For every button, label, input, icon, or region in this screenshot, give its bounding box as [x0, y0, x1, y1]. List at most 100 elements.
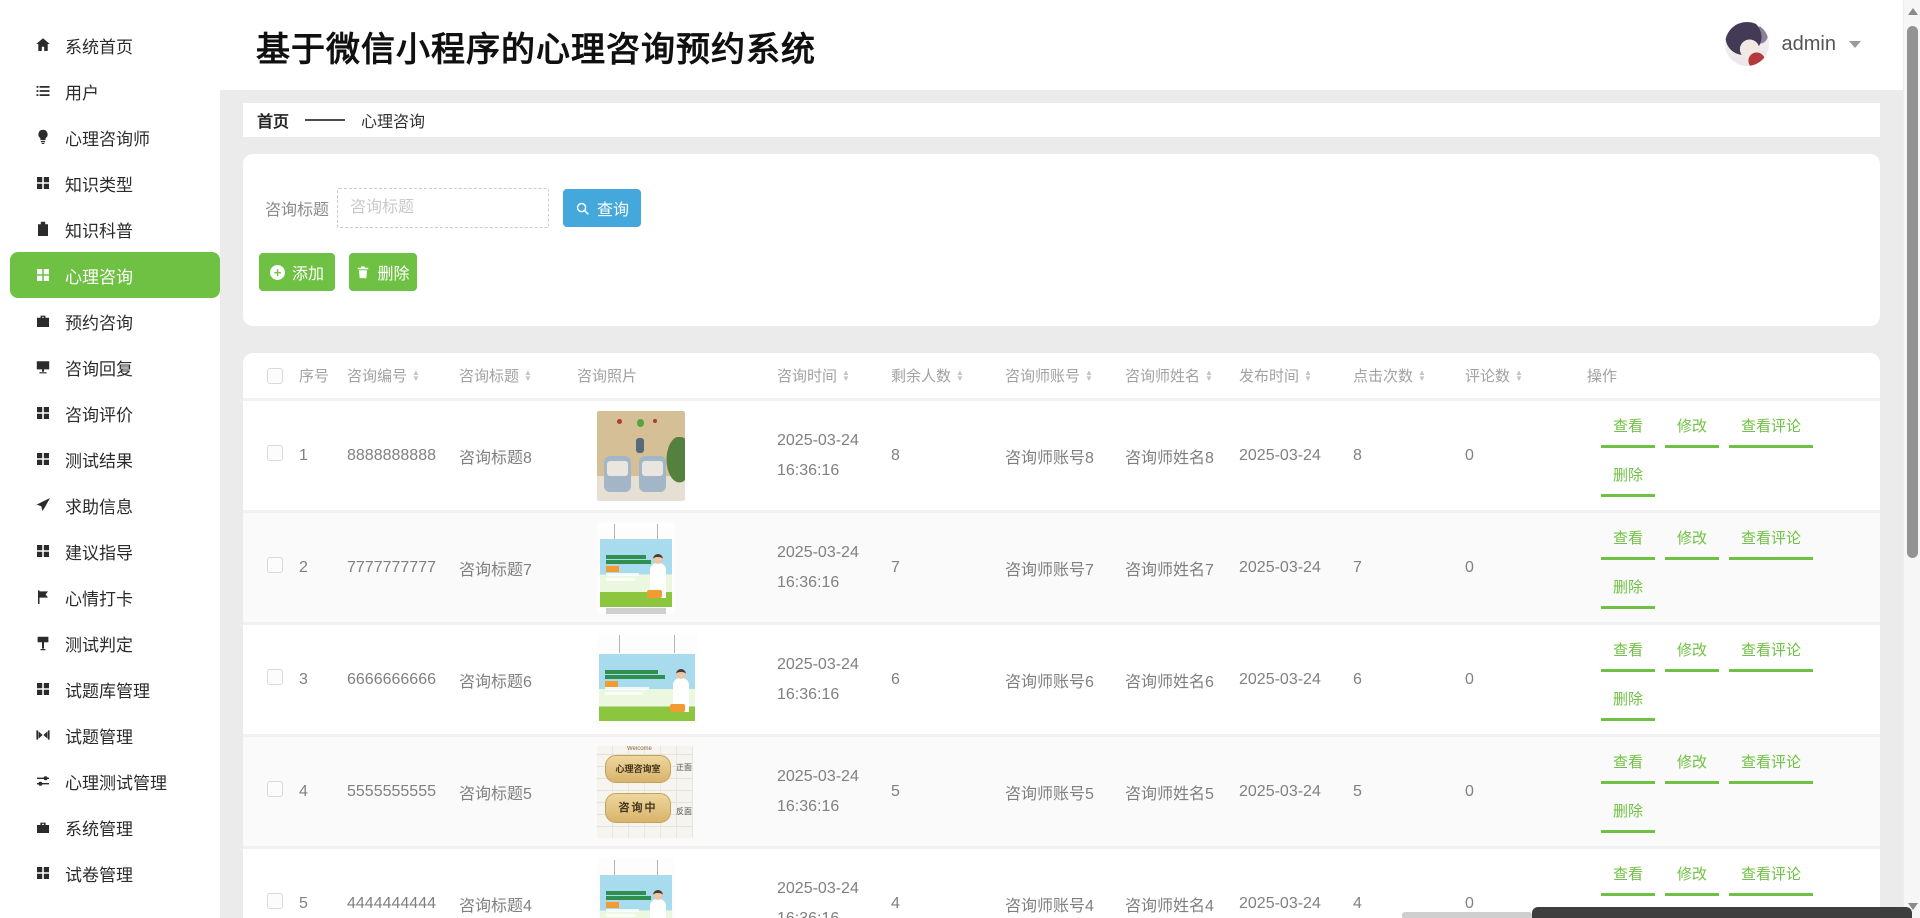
- search-button[interactable]: 查询: [563, 189, 641, 227]
- edit-button[interactable]: 修改: [1665, 751, 1719, 784]
- sidebar-item-knowledge-type[interactable]: 知识类型: [0, 160, 220, 206]
- sidebar-item-consult-review[interactable]: 咨询评价: [0, 390, 220, 436]
- briefcase-icon: [34, 313, 51, 330]
- plus-icon: +: [270, 265, 285, 280]
- view-comments-button[interactable]: 查看评论: [1729, 639, 1813, 672]
- cell-remaining: 5: [881, 783, 995, 801]
- title-search-input[interactable]: [337, 188, 549, 228]
- sidebar-item-consult-reply[interactable]: 咨询回复: [0, 344, 220, 390]
- sort-icon[interactable]: ▲▼: [1304, 370, 1312, 382]
- breadcrumb-current: 心理咨询: [361, 108, 425, 132]
- user-avatar: [1725, 22, 1769, 66]
- lightbulb-icon: [34, 129, 51, 146]
- consult-photo: [597, 858, 675, 918]
- vertical-scrollbar: [1903, 0, 1920, 918]
- select-all-checkbox[interactable]: [267, 368, 283, 384]
- sidebar-item-help-info[interactable]: 求助信息: [0, 482, 220, 528]
- grid-icon: [34, 451, 51, 468]
- delete-row-button[interactable]: 删除: [1601, 464, 1655, 497]
- sort-icon[interactable]: ▲▼: [1085, 370, 1093, 382]
- delete-row-button[interactable]: 删除: [1601, 576, 1655, 609]
- cell-code: 6666666666: [337, 671, 449, 689]
- filter-label: 咨询标题: [265, 196, 329, 220]
- scroll-up-arrow[interactable]: [1908, 8, 1918, 15]
- cell-comments: 0: [1455, 783, 1577, 801]
- delete-row-button[interactable]: 删除: [1601, 800, 1655, 833]
- cell-time: 2025-03-2416:36:16: [767, 426, 881, 486]
- sidebar-item-question-bank[interactable]: 试题库管理: [0, 666, 220, 712]
- sidebar-item-users[interactable]: 用户: [0, 68, 220, 114]
- sort-icon[interactable]: ▲▼: [842, 370, 850, 382]
- sort-icon[interactable]: ▲▼: [412, 370, 420, 382]
- cell-title: 咨询标题4: [449, 892, 567, 916]
- col-comments: 评论数▲▼: [1455, 365, 1577, 386]
- sidebar-item-counselors[interactable]: 心理咨询师: [0, 114, 220, 160]
- sidebar-item-psych-consult[interactable]: 心理咨询: [10, 252, 220, 298]
- col-clicks: 点击次数▲▼: [1343, 365, 1455, 386]
- sort-icon[interactable]: ▲▼: [1418, 370, 1426, 382]
- cell-publish: 2025-03-24: [1229, 559, 1343, 577]
- user-menu[interactable]: admin: [1725, 22, 1861, 66]
- sort-icon[interactable]: ▲▼: [956, 370, 964, 382]
- view-button[interactable]: 查看: [1601, 527, 1655, 560]
- user-name: admin: [1782, 33, 1836, 56]
- sidebar-item-question-mgmt[interactable]: 试题管理: [0, 712, 220, 758]
- view-comments-button[interactable]: 查看评论: [1729, 863, 1813, 896]
- cell-clicks: 5: [1343, 783, 1455, 801]
- breadcrumb-home[interactable]: 首页: [257, 108, 289, 132]
- sidebar-item-psych-test-mgmt[interactable]: 心理测试管理: [0, 758, 220, 804]
- view-button[interactable]: 查看: [1601, 415, 1655, 448]
- view-button[interactable]: 查看: [1601, 639, 1655, 672]
- sort-icon[interactable]: ▲▼: [1205, 370, 1213, 382]
- sidebar-item-test-results[interactable]: 测试结果: [0, 436, 220, 482]
- delete-row-button[interactable]: 删除: [1601, 688, 1655, 721]
- sort-icon[interactable]: ▲▼: [524, 370, 532, 382]
- edit-button[interactable]: 修改: [1665, 639, 1719, 672]
- sidebar-item-exam-paper-mgmt[interactable]: 试卷管理: [0, 850, 220, 896]
- delete-button[interactable]: 删除: [349, 253, 417, 291]
- cell-seq: 4: [289, 783, 337, 801]
- scrollbar-thumb[interactable]: [1907, 26, 1918, 558]
- sliders-icon: [34, 773, 51, 790]
- row-checkbox[interactable]: [267, 445, 283, 461]
- taskbar-hint[interactable]: [1532, 907, 1912, 918]
- search-icon: [575, 201, 590, 216]
- cell-account: 咨询师账号5: [995, 780, 1115, 804]
- sidebar-item-system-mgmt[interactable]: 系统管理: [0, 804, 220, 850]
- row-checkbox[interactable]: [267, 669, 283, 685]
- edit-button[interactable]: 修改: [1665, 527, 1719, 560]
- sidebar-item-mood-checkin[interactable]: 心情打卡: [0, 574, 220, 620]
- row-checkbox[interactable]: [267, 781, 283, 797]
- add-button[interactable]: + 添加: [259, 253, 335, 291]
- sidebar-item-advice-guide[interactable]: 建议指导: [0, 528, 220, 574]
- row-checkbox[interactable]: [267, 557, 283, 573]
- cell-account: 咨询师账号6: [995, 668, 1115, 692]
- sidebar-item-home[interactable]: 系统首页: [0, 22, 220, 68]
- trash-icon: [356, 265, 370, 279]
- col-title: 咨询标题▲▼: [449, 365, 567, 386]
- col-time: 咨询时间▲▼: [767, 365, 881, 386]
- view-button[interactable]: 查看: [1601, 751, 1655, 784]
- view-button[interactable]: 查看: [1601, 863, 1655, 896]
- cell-account: 咨询师账号7: [995, 556, 1115, 580]
- cell-seq: 5: [289, 895, 337, 913]
- cell-publish: 2025-03-24: [1229, 447, 1343, 465]
- edit-button[interactable]: 修改: [1665, 863, 1719, 896]
- sort-icon[interactable]: ▲▼: [1515, 370, 1523, 382]
- monitor-icon: [34, 359, 51, 376]
- sidebar: 系统首页 用户 心理咨询师 知识类型 知识科普 心理咨询 预约咨询 咨询回复: [0, 0, 220, 918]
- row-checkbox[interactable]: [267, 893, 283, 909]
- sidebar-item-appointments[interactable]: 预约咨询: [0, 298, 220, 344]
- sidebar-item-test-judgement[interactable]: 测试判定: [0, 620, 220, 666]
- cell-remaining: 8: [881, 447, 995, 465]
- view-comments-button[interactable]: 查看评论: [1729, 415, 1813, 448]
- edit-button[interactable]: 修改: [1665, 415, 1719, 448]
- sidebar-item-knowledge-science[interactable]: 知识科普: [0, 206, 220, 252]
- cell-code: 5555555555: [337, 783, 449, 801]
- clipboard-icon: [34, 221, 51, 238]
- col-photo: 咨询照片: [567, 365, 767, 386]
- view-comments-button[interactable]: 查看评论: [1729, 751, 1813, 784]
- view-comments-button[interactable]: 查看评论: [1729, 527, 1813, 560]
- cell-time: 2025-03-2416:36:16: [767, 650, 881, 710]
- table-row: 3 6666666666 咨询标题6 2025-03-2416:36:16 6 …: [243, 625, 1880, 737]
